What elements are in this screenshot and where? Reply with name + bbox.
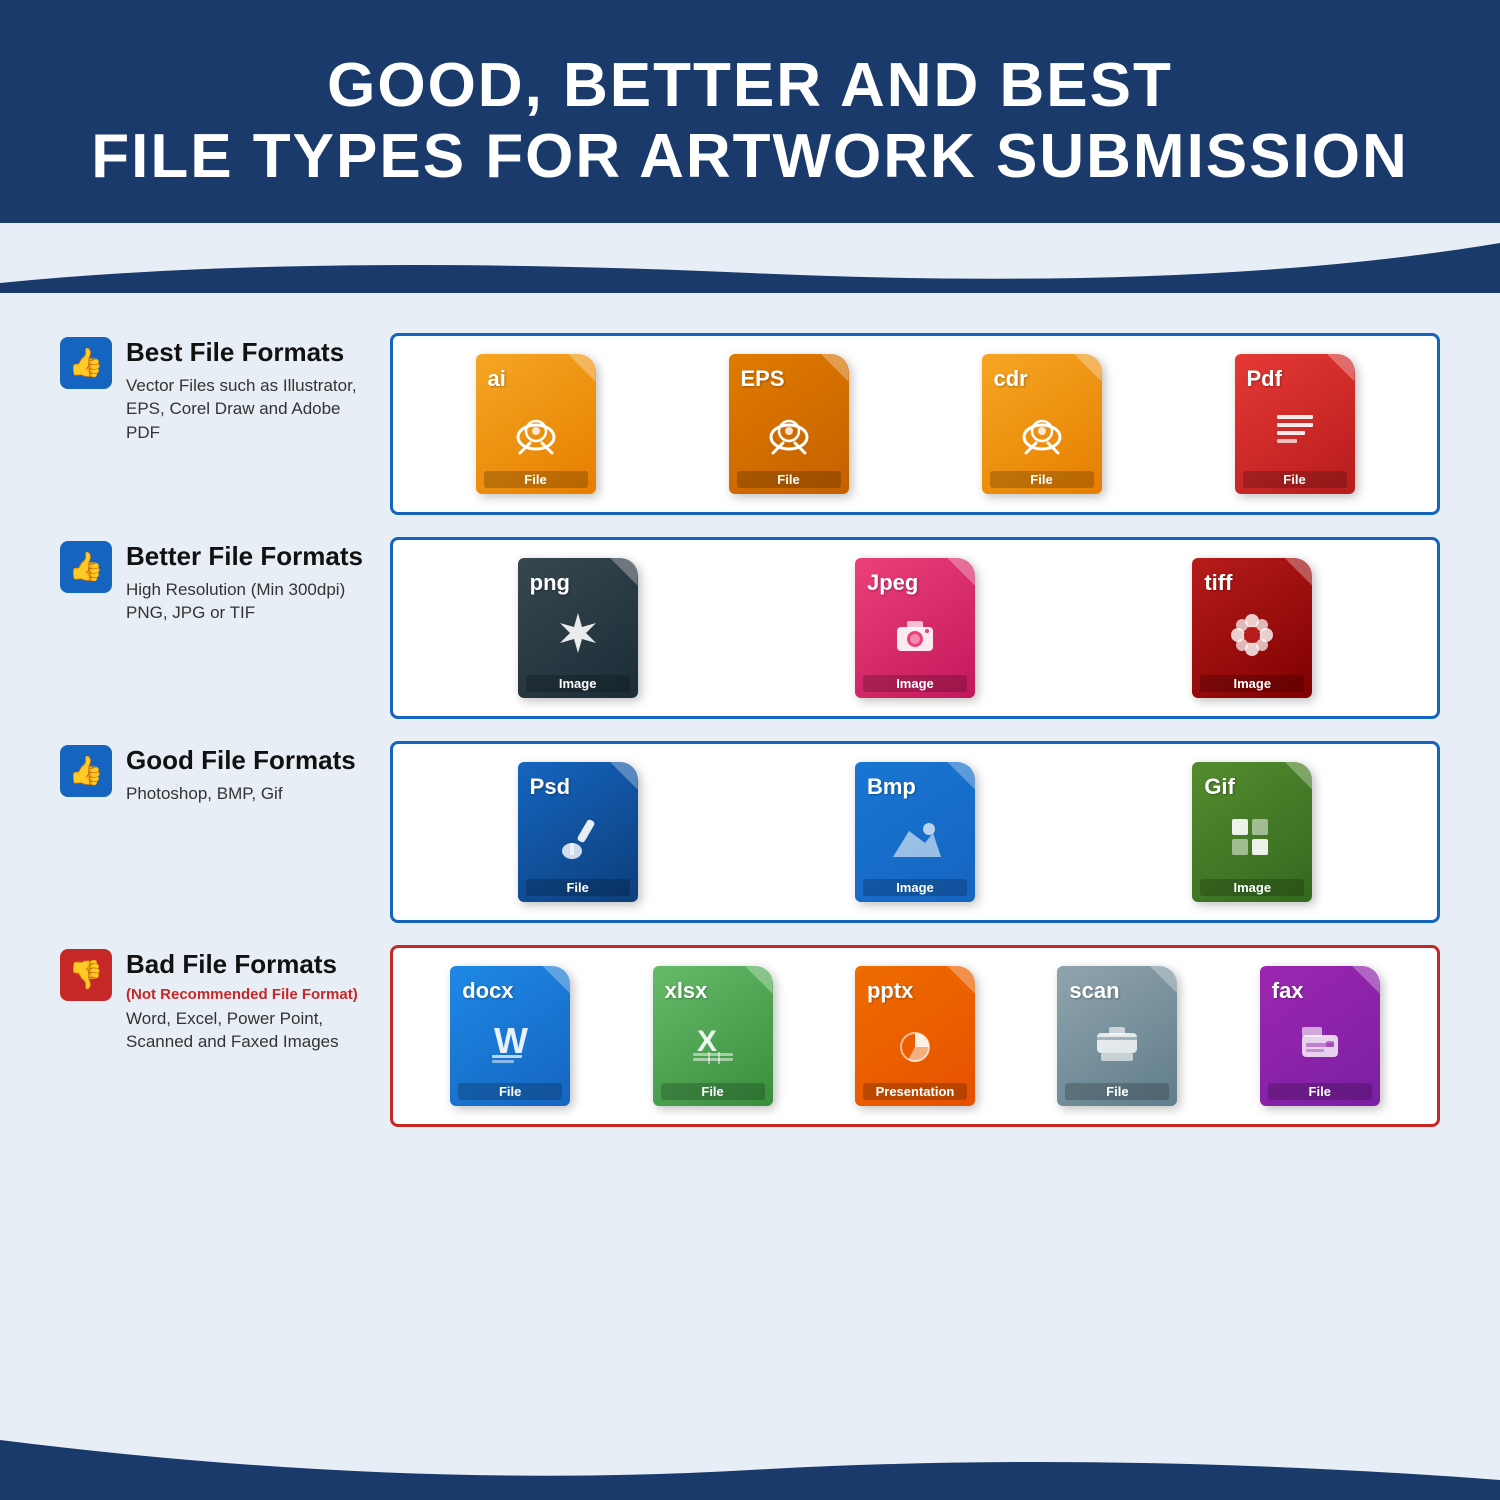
- better-label-area: 👍 Better File Formats High Resolution (M…: [60, 537, 390, 719]
- file-shape-cdr: cdr File: [982, 354, 1102, 494]
- file-shape-pdf: Pdf File: [1235, 354, 1355, 494]
- file-shape-scan: scan File: [1057, 966, 1177, 1106]
- file-shape-eps: EPS File: [729, 354, 849, 494]
- thumbs-up-good: 👍: [60, 745, 112, 797]
- better-title: Better File Formats: [126, 541, 363, 572]
- file-icon-docx: docx W File: [445, 966, 575, 1106]
- file-shape-png: png Image: [518, 558, 638, 698]
- file-shape-xlsx: xlsx X File: [653, 966, 773, 1106]
- content-area: 👍 Best File Formats Vector Files such as…: [0, 293, 1500, 1420]
- bad-subtitle: (Not Recommended File Format): [126, 986, 358, 1003]
- thumbs-up-best: 👍: [60, 337, 112, 389]
- file-icon-fax: fax File: [1255, 966, 1385, 1106]
- file-icon-xlsx: xlsx X File: [648, 966, 778, 1106]
- better-label-text: Better File Formats High Resolution (Min…: [126, 541, 363, 626]
- good-label-text: Good File Formats Photoshop, BMP, Gif: [126, 745, 356, 806]
- good-label-area: 👍 Good File Formats Photoshop, BMP, Gif: [60, 741, 390, 923]
- bad-label-area: 👎 Bad File Formats (Not Recommended File…: [60, 945, 390, 1127]
- file-icon-tiff: tiff: [1187, 558, 1317, 698]
- bad-description: Word, Excel, Power Point, Scanned and Fa…: [126, 1007, 358, 1055]
- best-label-area: 👍 Best File Formats Vector Files such as…: [60, 333, 390, 515]
- page-title: GOOD, BETTER AND BEST FILE TYPES FOR ART…: [80, 50, 1420, 193]
- good-description: Photoshop, BMP, Gif: [126, 782, 356, 806]
- file-icon-gif: Gif Image: [1187, 762, 1317, 902]
- best-label-text: Best File Formats Vector Files such as I…: [126, 337, 370, 445]
- file-shape-pptx: pptx Presentation: [855, 966, 975, 1106]
- file-shape-bmp: Bmp Image: [855, 762, 975, 902]
- svg-text:W: W: [494, 1020, 528, 1061]
- good-row: 👍 Good File Formats Photoshop, BMP, Gif …: [60, 741, 1440, 923]
- file-icon-cdr: cdr File: [977, 354, 1107, 494]
- file-shape-ai: ai File: [476, 354, 596, 494]
- file-icon-psd: Psd File: [513, 762, 643, 902]
- bad-row: 👎 Bad File Formats (Not Recommended File…: [60, 945, 1440, 1127]
- file-shape-psd: Psd File: [518, 762, 638, 902]
- file-icon-png: png Image: [513, 558, 643, 698]
- better-row: 👍 Better File Formats High Resolution (M…: [60, 537, 1440, 719]
- file-icon-jpeg: Jpeg Image: [850, 558, 980, 698]
- header: GOOD, BETTER AND BEST FILE TYPES FOR ART…: [0, 0, 1500, 223]
- bad-icons-area: docx W File xlsx: [390, 945, 1440, 1127]
- better-icons-area: png Image Jpeg: [390, 537, 1440, 719]
- best-icons-area: ai File: [390, 333, 1440, 515]
- best-description: Vector Files such as Illustrator, EPS, C…: [126, 374, 370, 445]
- file-icon-ai: ai File: [471, 354, 601, 494]
- file-shape-fax: fax File: [1260, 966, 1380, 1106]
- best-row: 👍 Best File Formats Vector Files such as…: [60, 333, 1440, 515]
- better-description: High Resolution (Min 300dpi) PNG, JPG or…: [126, 578, 363, 626]
- file-icon-scan: scan File: [1052, 966, 1182, 1106]
- swoosh-top: [0, 223, 1500, 293]
- bad-label-text: Bad File Formats (Not Recommended File F…: [126, 949, 358, 1055]
- best-title: Best File Formats: [126, 337, 370, 368]
- main-container: GOOD, BETTER AND BEST FILE TYPES FOR ART…: [0, 0, 1500, 1500]
- good-title: Good File Formats: [126, 745, 356, 776]
- swoosh-bottom: [0, 1420, 1500, 1500]
- file-shape-tiff: tiff: [1192, 558, 1312, 698]
- file-icon-bmp: Bmp Image: [850, 762, 980, 902]
- bad-title: Bad File Formats: [126, 949, 358, 980]
- file-icon-pptx: pptx Presentation: [850, 966, 980, 1106]
- file-shape-docx: docx W File: [450, 966, 570, 1106]
- file-icon-pdf: Pdf File: [1230, 354, 1360, 494]
- file-shape-gif: Gif Image: [1192, 762, 1312, 902]
- file-shape-jpeg: Jpeg Image: [855, 558, 975, 698]
- thumbs-down-bad: 👎: [60, 949, 112, 1001]
- file-icon-eps: EPS File: [724, 354, 854, 494]
- good-icons-area: Psd File: [390, 741, 1440, 923]
- thumbs-up-better: 👍: [60, 541, 112, 593]
